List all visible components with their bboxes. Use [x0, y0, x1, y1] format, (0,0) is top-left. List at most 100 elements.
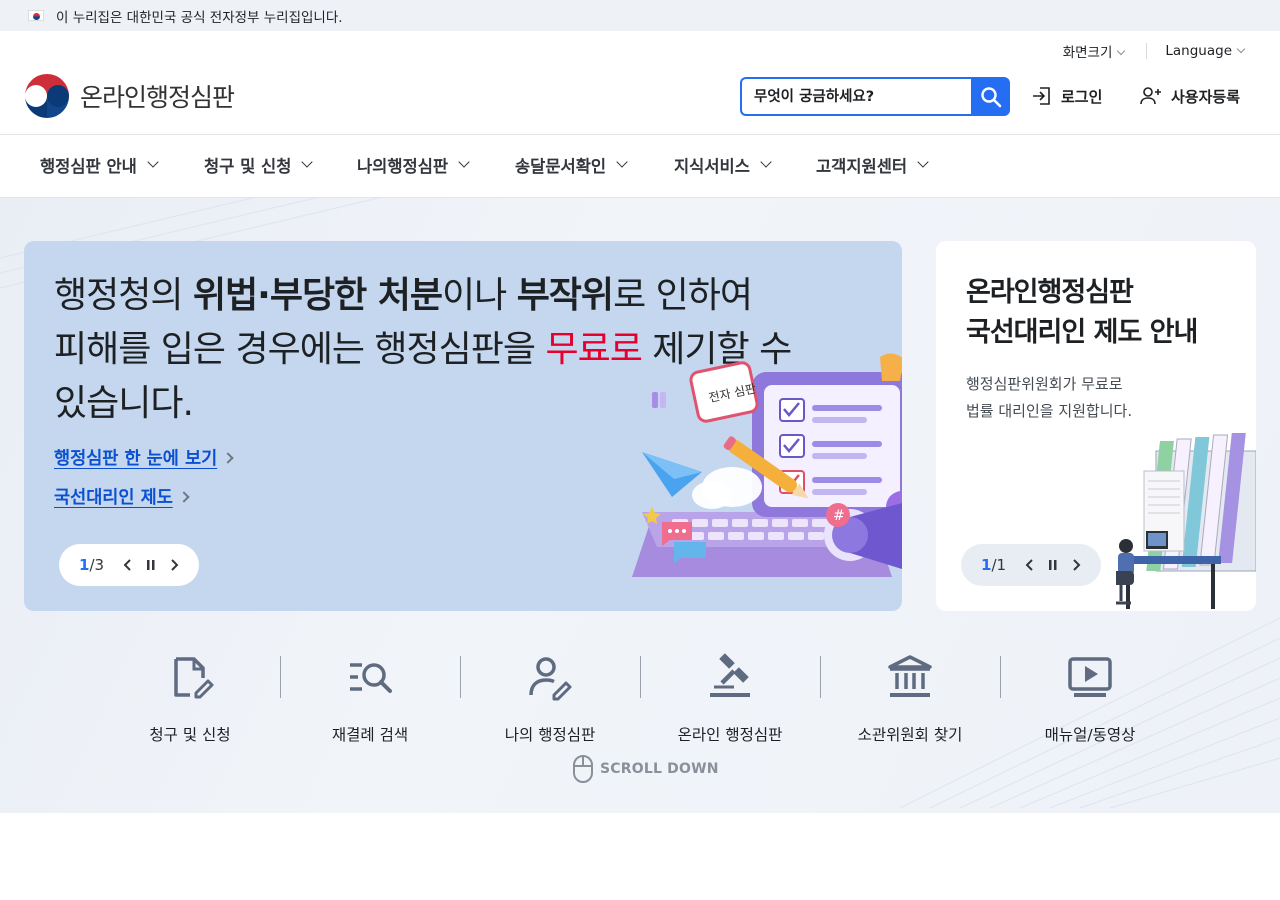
user-edit-icon: [529, 657, 572, 701]
svg-text:#: #: [833, 508, 845, 524]
pager-controls: [122, 558, 180, 572]
headline-text: 로 인하여: [613, 275, 753, 316]
pager-current: 1: [79, 556, 90, 574]
chevron-down-icon: [1236, 44, 1246, 54]
headline-text: 이나: [442, 275, 517, 316]
chevron-down-icon: [760, 156, 772, 168]
institution-icon: [888, 655, 932, 697]
register-label: 사용자등록: [1171, 87, 1241, 106]
pager-total: /3: [89, 556, 105, 574]
side-banner-title: 온라인행정심판 국선대리인 제도 안내: [966, 273, 1198, 353]
link-public-attorney[interactable]: 국선대리인 제도: [54, 484, 190, 509]
quick-link-decision-search[interactable]: 재결례 검색: [280, 648, 460, 748]
nav-label: 송달문서확인: [515, 157, 607, 176]
link-text: 행정심판 한 눈에 보기: [54, 449, 218, 469]
side-banner-pager: 1/1: [961, 544, 1101, 586]
nav-label: 나의행정심판: [357, 157, 449, 176]
user-add-icon: [1140, 87, 1161, 105]
chevron-down-icon: [1117, 46, 1126, 56]
chevron-down-icon: [917, 156, 929, 168]
chevron-right-icon[interactable]: [170, 558, 180, 572]
chevron-down-icon: [147, 156, 159, 168]
login-label: 로그인: [1061, 87, 1103, 106]
font-size-label: 화면크기: [1062, 45, 1113, 61]
utility-menu: 화면크기 Language: [1062, 41, 1246, 61]
headline-text: 피해를 입은 경우에는 행정심판을: [54, 329, 546, 370]
login-icon: [1033, 87, 1050, 105]
gov-banner-text: 이 누리집은 대한민국 공식 전자정부 누리집입니다.: [56, 9, 343, 26]
nav-item-appeal-guide[interactable]: 행정심판 안내: [40, 153, 159, 177]
chevron-left-icon[interactable]: [1024, 558, 1034, 572]
office-worker-illustration: [1116, 433, 1256, 609]
pager-current: 1: [981, 556, 992, 574]
login-button[interactable]: 로그인: [1031, 85, 1102, 107]
quick-link-label: 청구 및 신청: [149, 726, 231, 744]
quick-link-manual-video[interactable]: 매뉴얼/동영상: [1000, 648, 1180, 748]
chevron-right-icon: [222, 451, 234, 464]
main-nav: 행정심판 안내 청구 및 신청 나의행정심판 송달문서확인 지식서비스 고객지원…: [0, 135, 1280, 198]
site-header: 화면크기 Language 온라인행정심판 로그인: [0, 31, 1280, 135]
chevron-down-icon: [458, 156, 470, 168]
language-label: Language: [1165, 43, 1232, 59]
mouse-icon: [573, 755, 593, 783]
side-banner-description: 행정심판위원회가 무료로 법률 대리인을 지원합니다.: [966, 371, 1132, 425]
scroll-down-indicator[interactable]: SCROLL DOWN: [572, 754, 719, 784]
language-menu[interactable]: Language: [1165, 43, 1246, 59]
quick-link-label: 매뉴얼/동영상: [1044, 726, 1136, 744]
quick-link-my-appeal[interactable]: 나의 행정심판: [460, 648, 640, 748]
quick-link-claim-apply[interactable]: 청구 및 신청: [100, 648, 280, 748]
search-input[interactable]: [740, 77, 972, 116]
side-banner[interactable]: 온라인행정심판 국선대리인 제도 안내 행정심판위원회가 무료로 법률 대리인을…: [936, 241, 1256, 611]
logo-text: 온라인행정심판: [80, 83, 235, 112]
banner-pager: 1/3: [59, 544, 199, 586]
register-button[interactable]: 사용자등록: [1139, 85, 1240, 107]
side-title-line: 온라인행정심판: [966, 277, 1134, 308]
chevron-right-icon[interactable]: [1072, 558, 1082, 572]
korea-flag-icon: [28, 10, 44, 21]
quick-link-label: 재결례 검색: [331, 726, 409, 744]
nav-label: 행정심판 안내: [40, 157, 137, 176]
pager-controls: [1024, 558, 1082, 572]
link-appeal-overview[interactable]: 행정심판 한 눈에 보기: [54, 445, 234, 470]
chevron-right-icon: [178, 490, 190, 503]
nav-item-delivery-docs[interactable]: 송달문서확인: [515, 153, 628, 177]
gov-official-banner: 이 누리집은 대한민국 공식 전자정부 누리집입니다.: [0, 0, 1280, 31]
nav-item-knowledge[interactable]: 지식서비스: [674, 153, 772, 177]
quick-link-online-appeal[interactable]: 온라인 행정심판: [640, 648, 820, 748]
search-box: [740, 77, 1010, 116]
search-icon: [980, 86, 1001, 107]
side-title-line: 국선대리인 제도 안내: [966, 317, 1198, 348]
scroll-down-label: SCROLL DOWN: [600, 761, 719, 777]
nav-item-support[interactable]: 고객지원센터: [816, 153, 929, 177]
nav-label: 지식서비스: [674, 157, 750, 176]
quick-link-label: 소관위원회 찾기: [857, 726, 963, 744]
main-banner[interactable]: 행정청의 위법·부당한 처분이나 부작위로 인하여 피해를 입은 경우에는 행정…: [24, 241, 902, 611]
nav-label: 고객지원센터: [816, 157, 908, 176]
quick-link-committee-search[interactable]: 소관위원회 찾기: [820, 648, 1000, 748]
divider: [1146, 43, 1148, 59]
chevron-down-icon: [616, 156, 628, 168]
pager-total: /1: [991, 556, 1007, 574]
taegeuk-logo-icon: [25, 74, 69, 118]
headline-text: 행정청의: [54, 275, 193, 316]
quick-link-label: 온라인 행정심판: [677, 726, 783, 744]
quick-links: 청구 및 신청 재결례 검색 나의 행정심판 온라인 행정심판 소관위원회 찾기…: [100, 648, 1180, 748]
pause-icon[interactable]: [1048, 558, 1058, 572]
chevron-down-icon: [301, 156, 314, 168]
font-size-menu[interactable]: 화면크기: [1062, 41, 1126, 61]
nav-item-claim-apply[interactable]: 청구 및 신청: [204, 153, 314, 177]
chevron-left-icon[interactable]: [122, 558, 132, 572]
side-desc-line: 법률 대리인을 지원합니다.: [966, 402, 1133, 420]
link-text: 국선대리인 제도: [54, 488, 173, 508]
pause-icon[interactable]: [146, 558, 156, 572]
search-button[interactable]: [971, 77, 1010, 116]
side-desc-line: 행정심판위원회가 무료로: [966, 375, 1123, 393]
nav-item-my-appeal[interactable]: 나의행정심판: [357, 153, 470, 177]
headline-emphasis: 위법·부당한 처분: [192, 275, 443, 316]
quick-link-label: 나의 행정심판: [504, 726, 596, 744]
nav-label: 청구 및 신청: [204, 157, 292, 176]
laptop-illustration: 전자 심판 #: [632, 353, 902, 577]
list-search-icon: [350, 663, 392, 693]
site-logo[interactable]: 온라인행정심판: [24, 73, 235, 119]
video-play-icon: [1068, 657, 1112, 697]
